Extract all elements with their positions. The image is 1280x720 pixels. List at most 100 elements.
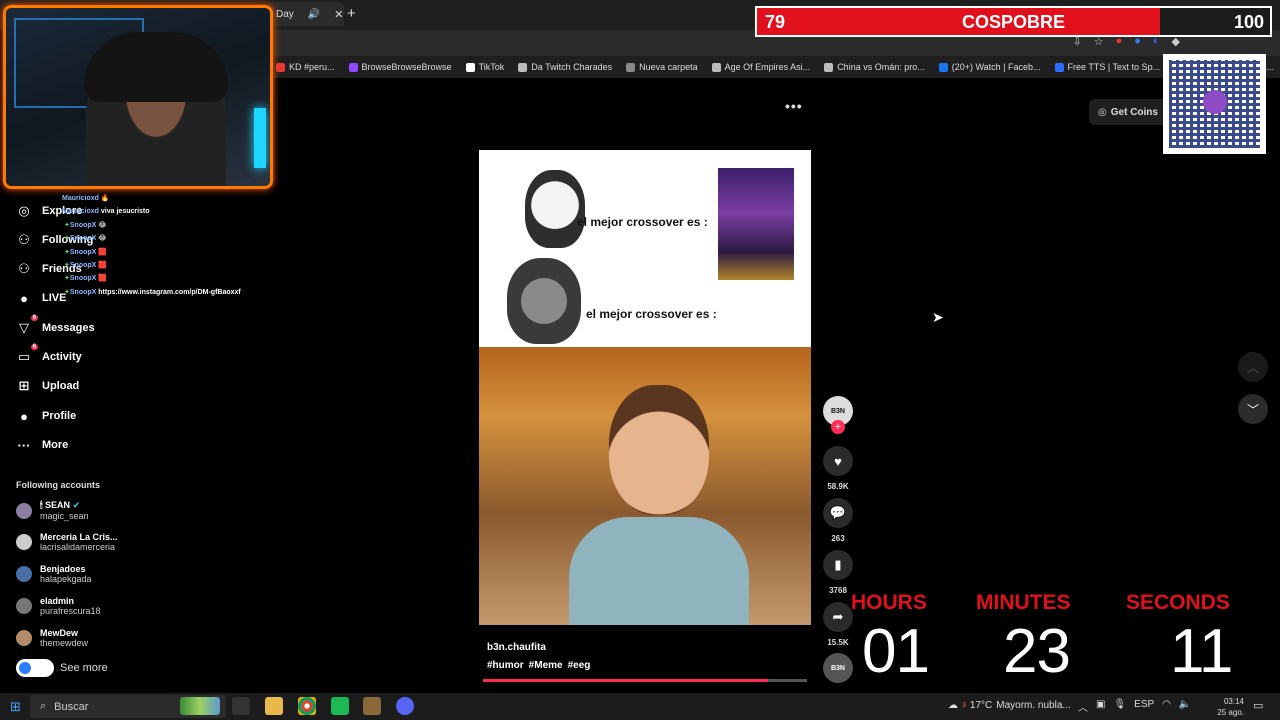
meme-actor bbox=[569, 367, 749, 625]
following-accounts-header: Following accounts bbox=[16, 480, 101, 490]
volume-icon[interactable]: 🔈 bbox=[1179, 699, 1191, 714]
save-action[interactable]: ▮ 3768 bbox=[823, 550, 853, 595]
previous-video-button[interactable]: ︿ bbox=[1238, 352, 1268, 382]
bookmark-label: Nueva carpeta bbox=[639, 62, 698, 72]
bookmark-icon bbox=[824, 62, 834, 72]
next-video-button[interactable]: ﹀ bbox=[1238, 394, 1268, 424]
tab-title: Day bbox=[276, 8, 294, 20]
clock-time: 03:14 bbox=[1223, 697, 1244, 706]
tray-icon[interactable]: ▣ bbox=[1096, 699, 1105, 714]
share-icon[interactable]: ➦ bbox=[823, 602, 853, 632]
bookmark-label: BrowseBrowseBrowse bbox=[361, 62, 452, 72]
taskbar-search-label: Buscar bbox=[54, 700, 89, 713]
like-action[interactable]: ♥ 58.9K bbox=[823, 446, 853, 491]
coin-icon: ◎ bbox=[1098, 106, 1107, 118]
search-highlight-image bbox=[180, 697, 220, 715]
following-account[interactable]: 🕯 SEAN ✔ magic_sean bbox=[16, 500, 89, 521]
account-handle: purafrescura18 bbox=[40, 606, 101, 616]
heart-icon[interactable]: ♥ bbox=[823, 446, 853, 476]
chat-user: SnoopX bbox=[69, 275, 97, 282]
live-icon: ● bbox=[16, 290, 32, 306]
bookmark-icon bbox=[276, 62, 285, 72]
score-left: 79 bbox=[765, 12, 786, 32]
bookmark-item[interactable]: (20+) Watch | Faceb... bbox=[938, 62, 1041, 72]
comment-action[interactable]: 💬 263 bbox=[823, 498, 853, 543]
minecraft-icon[interactable] bbox=[363, 697, 381, 715]
bookmark-item[interactable]: Nueva carpeta bbox=[626, 62, 698, 72]
taskbar-clock[interactable]: 03:14 25 ago. 2025 bbox=[1204, 696, 1244, 720]
following-account[interactable]: Benjadoes halapekgada bbox=[16, 564, 92, 584]
chat-text: 😂 bbox=[98, 235, 107, 242]
file-explorer-icon[interactable] bbox=[265, 697, 283, 715]
following-account[interactable]: MewDew themewdew bbox=[16, 628, 88, 648]
following-account[interactable]: eladmin purafrescura18 bbox=[16, 596, 101, 616]
mouse-cursor-icon: ➤ bbox=[932, 309, 944, 325]
task-view-icon[interactable] bbox=[232, 697, 250, 715]
toggle-switch[interactable] bbox=[16, 659, 54, 677]
countdown-minutes-label: MINUTES bbox=[976, 591, 1071, 614]
bookmark-item[interactable]: Age Of Empires Asi... bbox=[711, 62, 810, 72]
chrome-icon[interactable] bbox=[298, 697, 316, 715]
avatar bbox=[16, 598, 32, 614]
chat-user: SnoopX bbox=[69, 222, 97, 229]
bookmark-item[interactable]: KD #peru... bbox=[276, 62, 335, 72]
bookmark-item[interactable]: BrowseBrowseBrowse bbox=[348, 62, 452, 72]
sidebar-item-profile[interactable]: ● Profile bbox=[16, 408, 76, 424]
notification-icon[interactable]: ▭ bbox=[1253, 699, 1263, 712]
more-options-icon[interactable]: ••• bbox=[785, 98, 803, 114]
nav-glyph: ▭ bbox=[17, 349, 31, 364]
tab-audio-icon[interactable]: 🔊 bbox=[308, 9, 320, 20]
account-name-text: 🕯 SEAN bbox=[40, 500, 71, 510]
system-tray: ︿ ▣ 🎙 ESP ◠ 🔈 bbox=[1078, 699, 1191, 714]
share-action[interactable]: ➦ 15.5K bbox=[823, 602, 853, 647]
chevron-up-icon[interactable]: ︿ bbox=[1078, 699, 1088, 714]
wifi-icon[interactable]: ◠ bbox=[1162, 699, 1171, 714]
get-coins-button[interactable]: ◎ Get Coins bbox=[1089, 99, 1167, 125]
music-disc-icon[interactable]: B3N bbox=[823, 653, 853, 683]
video-tag[interactable]: #humor bbox=[487, 660, 524, 671]
avatar bbox=[16, 630, 32, 646]
app-icon-green[interactable] bbox=[331, 697, 349, 715]
account-handle: halapekgada bbox=[40, 574, 92, 584]
bookmark-item[interactable]: Da Twitch Charades bbox=[518, 62, 612, 72]
discord-icon[interactable] bbox=[396, 697, 414, 715]
windows-start-icon[interactable]: ⊞ bbox=[10, 699, 21, 715]
following-account[interactable]: Merceria La Cris... lacrisalidamerceria bbox=[16, 532, 118, 552]
avatar bbox=[16, 566, 32, 582]
qr-code-image bbox=[1163, 54, 1266, 154]
sidebar-item-upload[interactable]: ⊞ Upload bbox=[16, 378, 80, 394]
weather-widget[interactable]: ☁ 3 17°C Mayorm. nubla... bbox=[948, 700, 1071, 711]
bookmark-item[interactable]: Free TTS | Text to Sp... bbox=[1054, 62, 1160, 72]
sidebar-item-activity[interactable]: ▭ 6 Activity bbox=[16, 344, 82, 365]
meme-caption-1: el mejor crossover es : bbox=[577, 215, 708, 229]
bookmark-label: (20+) Watch | Faceb... bbox=[951, 62, 1041, 72]
account-handle: lacrisalidamerceria bbox=[40, 542, 116, 552]
new-tab-button[interactable]: + bbox=[347, 5, 356, 22]
video-tag[interactable]: #Meme bbox=[529, 660, 563, 671]
chat-message: Mauricioxd viva jesucristo bbox=[62, 208, 150, 215]
video-progress-bar[interactable] bbox=[483, 679, 807, 682]
nav-badge: 9 bbox=[30, 315, 38, 321]
follow-plus-icon[interactable]: + bbox=[831, 420, 845, 434]
bookmark-item[interactable]: TikTok bbox=[465, 62, 504, 72]
bookmarks-bar: KD #peru... BrowseBrowseBrowse TikTok Da Tw… bbox=[268, 56, 1280, 78]
account-name: eladmin bbox=[40, 596, 101, 606]
video-author[interactable]: b3n.chaufita bbox=[487, 642, 590, 653]
sidebar-item-more[interactable]: ··· More bbox=[16, 437, 69, 453]
comment-icon[interactable]: 💬 bbox=[823, 498, 853, 528]
nav-glyph: ● bbox=[20, 408, 28, 424]
mic-icon[interactable]: 🎙 bbox=[1113, 699, 1126, 714]
video-player[interactable]: el mejor crossover es : el mejor crossov… bbox=[479, 150, 811, 625]
bookmark-item[interactable]: China vs Omán: pro... bbox=[824, 62, 925, 72]
bookmark-icon[interactable]: ▮ bbox=[823, 550, 853, 580]
chat-text: viva jesucristo bbox=[100, 208, 150, 215]
sidebar-item-live[interactable]: ● LIVE bbox=[16, 290, 66, 306]
video-tag[interactable]: #eeg bbox=[568, 660, 591, 671]
lang-indicator[interactable]: ESP bbox=[1134, 699, 1154, 714]
sidebar-item-messages[interactable]: ▽ 9 Messages bbox=[16, 315, 95, 336]
see-more-link[interactable]: See more bbox=[16, 659, 108, 677]
messages-icon: ▽ 9 bbox=[16, 315, 38, 336]
qr-pattern bbox=[1169, 60, 1260, 148]
browser-tab-active[interactable]: Day 🔊 ✕ bbox=[268, 2, 344, 26]
tab-close-icon[interactable]: ✕ bbox=[334, 8, 343, 21]
